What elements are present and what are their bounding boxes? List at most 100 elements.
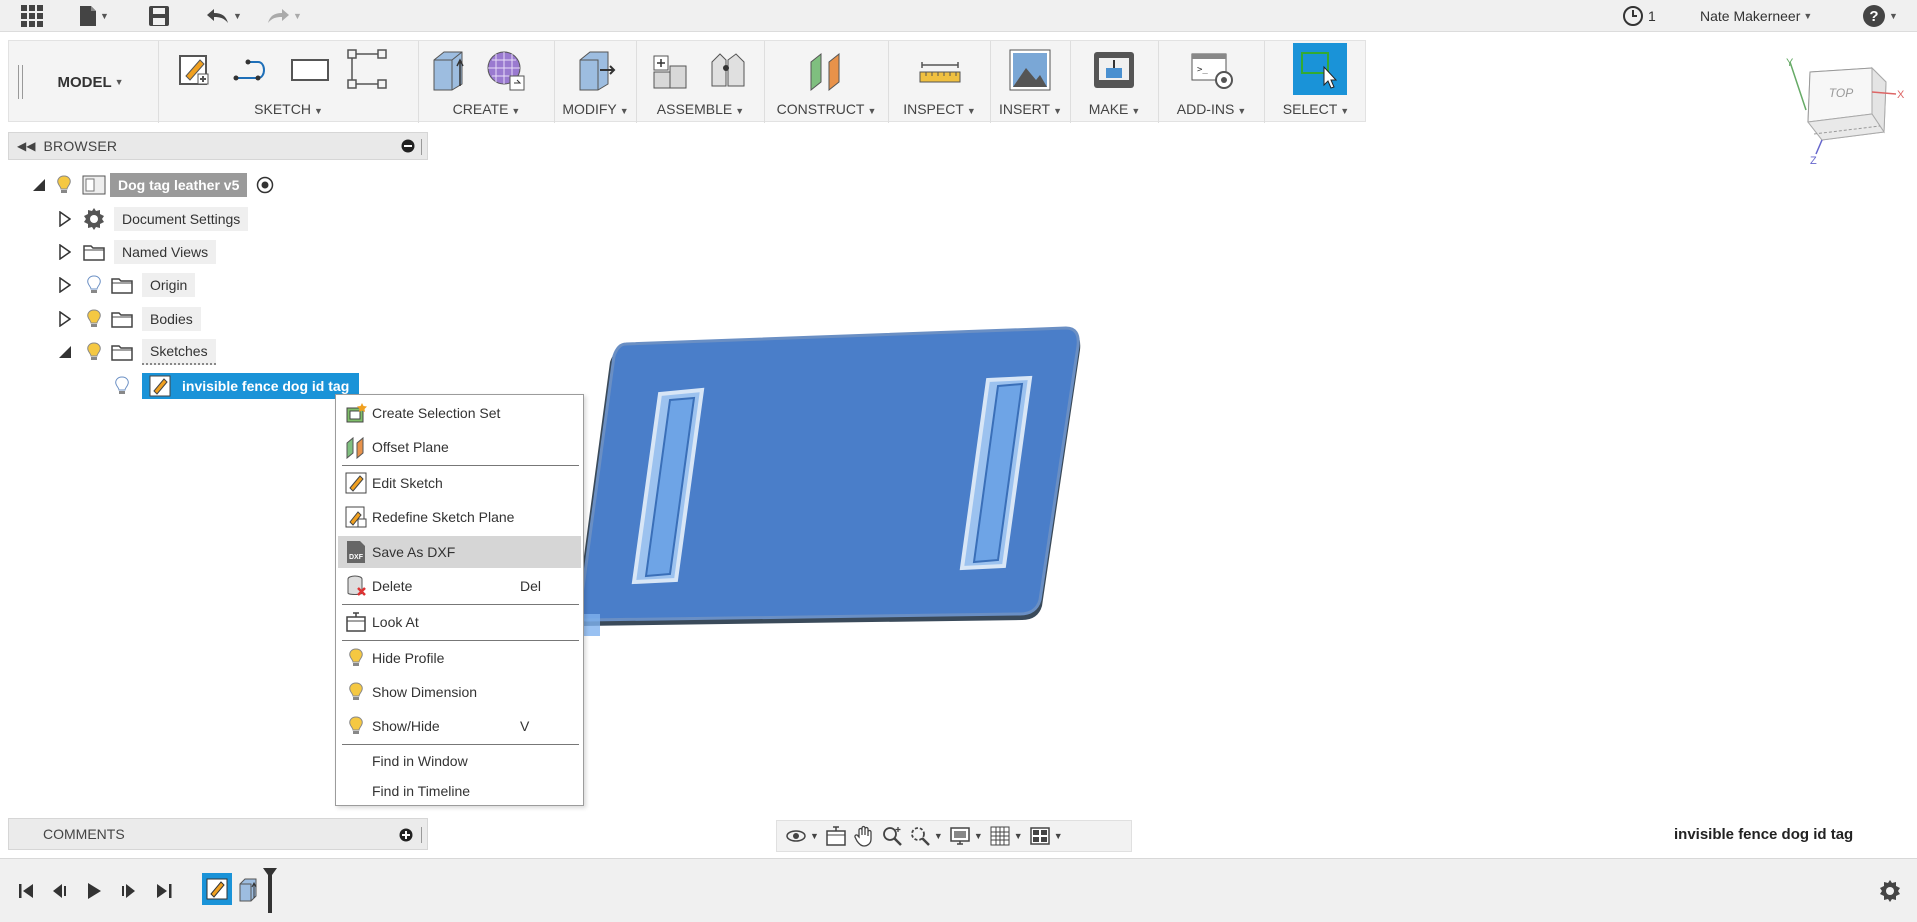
step-back-icon[interactable]: [46, 877, 74, 905]
scripts-addins-icon[interactable]: >_: [1189, 47, 1235, 93]
select-tool-icon[interactable]: [1293, 43, 1347, 95]
tree-item-named-views[interactable]: Named Views: [54, 238, 217, 266]
menu-item-show-dimension[interactable]: Show Dimension: [338, 676, 581, 708]
menu-item-save-as-dxf[interactable]: DXF Save As DXF: [338, 536, 581, 568]
workspace-switcher[interactable]: MODEL ▼: [23, 41, 159, 123]
new-component-icon[interactable]: [647, 47, 693, 93]
browser-toggle-icon[interactable]: [401, 139, 415, 156]
selected-sketch-highlight[interactable]: invisible fence dog id tag: [142, 373, 360, 399]
tree-item-sketches[interactable]: Sketches: [54, 338, 216, 366]
play-icon[interactable]: [80, 877, 108, 905]
timeline-marker-icon[interactable]: [262, 867, 278, 918]
measure-icon[interactable]: [917, 47, 963, 93]
lightbulb-icon[interactable]: [50, 171, 78, 199]
expand-triangle-icon[interactable]: [54, 205, 76, 233]
save-icon[interactable]: [146, 0, 172, 32]
menu-item-redefine-sketch-plane[interactable]: Redefine Sketch Plane: [338, 501, 581, 533]
collapse-triangle-icon[interactable]: [54, 338, 76, 366]
file-menu-icon[interactable]: ▼: [74, 0, 114, 32]
add-comment-icon[interactable]: [399, 828, 413, 845]
activate-radio-icon[interactable]: [251, 171, 279, 199]
menu-item-find-in-timeline[interactable]: Find in Timeline: [338, 776, 581, 806]
menu-item-show-hide[interactable]: Show/Hide V: [338, 710, 581, 742]
data-panel-grid-icon[interactable]: [18, 0, 46, 32]
timeline-sketch-feature-icon[interactable]: [202, 873, 232, 905]
display-settings-icon[interactable]: ▼: [949, 825, 983, 847]
create-group-label[interactable]: CREATE ▼: [419, 101, 554, 117]
create-sketch-icon[interactable]: [171, 47, 217, 93]
menu-item-create-selection-set[interactable]: Create Selection Set: [338, 397, 581, 429]
job-status[interactable]: 1: [1622, 0, 1656, 32]
app-bar: ▼ ▼ ▼ 1 Nate Makerneer ▼ ? ▼: [0, 0, 1917, 32]
step-forward-icon[interactable]: [114, 877, 142, 905]
comments-panel[interactable]: COMMENTS: [8, 818, 428, 850]
lightbulb-icon[interactable]: [80, 338, 108, 366]
browser-root-row[interactable]: Dog tag leather v5: [28, 171, 279, 199]
tree-item-bodies[interactable]: Bodies: [54, 305, 201, 333]
menu-item-edit-sketch[interactable]: Edit Sketch: [338, 467, 581, 499]
menu-item-delete[interactable]: Delete Del: [338, 570, 581, 602]
offset-plane-tool-icon[interactable]: [804, 47, 850, 93]
timeline-settings-gear-icon[interactable]: [1876, 877, 1904, 905]
extrude-icon[interactable]: [427, 47, 473, 93]
insert-group-label[interactable]: INSERT ▼: [991, 101, 1070, 117]
viewcube[interactable]: TOP Y X Z: [1786, 52, 1906, 170]
user-menu[interactable]: Nate Makerneer ▼: [1700, 0, 1812, 32]
comments-pin-grip[interactable]: [421, 827, 425, 843]
insert-image-icon[interactable]: [1007, 47, 1053, 93]
browser-header[interactable]: ◀◀ BROWSER: [8, 132, 428, 160]
expand-triangle-icon[interactable]: [54, 271, 76, 299]
sketch-constraints-icon[interactable]: [345, 47, 391, 93]
pan-hand-icon[interactable]: [853, 825, 875, 847]
joint-icon[interactable]: [705, 47, 751, 93]
inspect-group-label[interactable]: INSPECT ▼: [889, 101, 990, 117]
sketch-group-label[interactable]: SKETCH ▼: [159, 101, 418, 117]
redo-icon[interactable]: ▼: [262, 0, 306, 32]
expand-triangle-icon[interactable]: [54, 238, 76, 266]
fit-icon[interactable]: ▼: [909, 825, 943, 847]
tree-item-selected-sketch[interactable]: invisible fence dog id tag: [108, 372, 360, 400]
modify-group-label[interactable]: MODIFY ▼: [555, 101, 636, 117]
timeline-extrude-feature-icon[interactable]: [236, 873, 262, 905]
menu-separator: [342, 604, 579, 605]
zoom-icon[interactable]: [881, 825, 903, 847]
menu-item-find-in-window[interactable]: Find in Window: [338, 746, 581, 776]
lightbulb-icon[interactable]: [80, 271, 108, 299]
inspect-group: INSPECT ▼: [889, 41, 991, 123]
select-group-label[interactable]: SELECT ▼: [1265, 101, 1367, 117]
go-to-end-icon[interactable]: [150, 877, 178, 905]
menu-item-look-at[interactable]: Look At: [338, 606, 581, 638]
tree-item-document-settings[interactable]: Document Settings: [54, 205, 249, 233]
rectangle-icon[interactable]: [287, 47, 333, 93]
lightbulb-icon: [343, 679, 369, 705]
go-to-start-icon[interactable]: [12, 877, 40, 905]
assemble-group-label[interactable]: ASSEMBLE ▼: [637, 101, 764, 117]
help-icon[interactable]: ? ▼: [1858, 0, 1902, 32]
browser-pin-grip[interactable]: [421, 139, 425, 155]
orbit-icon[interactable]: ▼: [785, 825, 819, 847]
press-pull-icon[interactable]: [573, 47, 619, 93]
expand-triangle-icon[interactable]: [54, 305, 76, 333]
model-canvas[interactable]: [560, 320, 1100, 640]
grid-settings-icon[interactable]: ▼: [989, 825, 1023, 847]
viewcube-face-label[interactable]: TOP: [1829, 86, 1853, 100]
create-form-icon[interactable]: [483, 47, 529, 93]
look-at-nav-icon[interactable]: [825, 825, 847, 847]
lightbulb-icon[interactable]: [108, 372, 136, 400]
lightbulb-icon[interactable]: [80, 305, 108, 333]
menu-item-offset-plane[interactable]: Offset Plane: [338, 431, 581, 463]
collapse-triangle-icon[interactable]: [28, 171, 50, 199]
menu-item-hide-profile[interactable]: Hide Profile: [338, 642, 581, 674]
undo-icon[interactable]: ▼: [202, 0, 246, 32]
line-icon[interactable]: [229, 47, 275, 93]
construct-group-label[interactable]: CONSTRUCT ▼: [765, 101, 888, 117]
tree-item-origin[interactable]: Origin: [54, 271, 196, 299]
3d-print-icon[interactable]: [1091, 47, 1137, 93]
clock-icon: [1623, 6, 1643, 26]
make-group-label[interactable]: MAKE ▼: [1071, 101, 1158, 117]
collapse-panel-icon[interactable]: ◀◀: [17, 139, 35, 153]
browser-root-label: Dog tag leather v5: [110, 173, 248, 197]
addins-group-label[interactable]: ADD-INS ▼: [1159, 101, 1264, 117]
viewports-icon[interactable]: ▼: [1029, 825, 1063, 847]
job-count: 1: [1648, 8, 1656, 24]
